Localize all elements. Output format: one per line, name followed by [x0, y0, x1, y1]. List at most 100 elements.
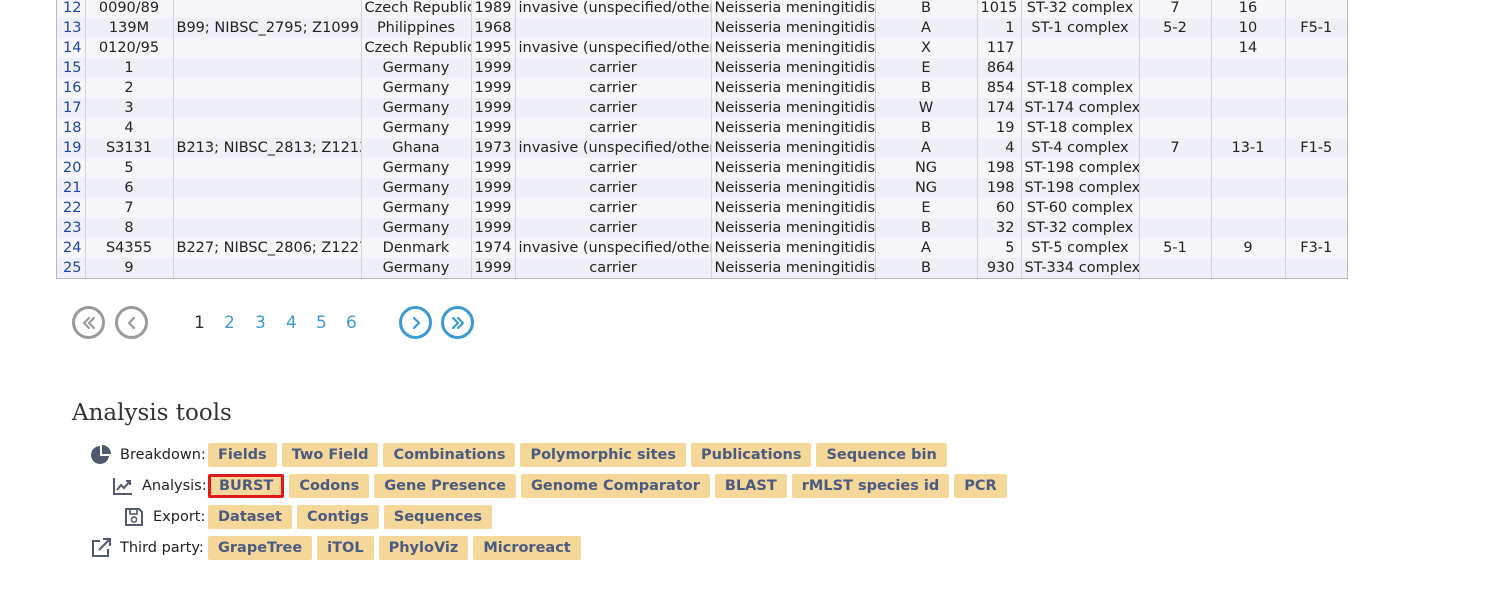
- table-row: 17 3 Germany 1999 carrier Neisseria meningiti…: [57, 98, 1347, 118]
- table-cell-aliases: [173, 38, 362, 58]
- table-cell-porA-vr2: [1211, 78, 1286, 98]
- table-row: 23 8 Germany 1999 carrier Neisseria meningiti…: [57, 218, 1347, 238]
- table-cell-complex: ST-18 complex: [1021, 118, 1140, 138]
- analysis-row: Analysis:: [112, 474, 207, 498]
- double-chevron-right-icon: [451, 316, 464, 329]
- isolate-id-link[interactable]: 17: [63, 100, 81, 116]
- table-cell-id: 20: [57, 158, 86, 178]
- isolate-id-link[interactable]: 15: [63, 60, 81, 76]
- isolate-id-link[interactable]: 12: [63, 0, 81, 16]
- table-cell-serogroup: B: [875, 258, 978, 278]
- polymorphic-sites-button[interactable]: Polymorphic sites: [520, 443, 687, 467]
- table-cell-id: 24: [57, 238, 86, 258]
- table-row: 24 S4355 B227; NIBSC_2806; Z1227 Denmark 197…: [57, 238, 1347, 258]
- fields-button[interactable]: Fields: [208, 443, 277, 467]
- table-cell-species: Neisseria meningitidis: [711, 18, 876, 38]
- export-row: Export:: [123, 505, 205, 529]
- isolate-id-link[interactable]: 18: [63, 120, 81, 136]
- table-cell-year: 1999: [471, 98, 516, 118]
- table-cell-year: 1999: [471, 198, 516, 218]
- table-cell-st: 1015: [977, 0, 1022, 18]
- table-cell-serogroup: E: [875, 58, 978, 78]
- table-row: 15 1 Germany 1999 carrier Neisseria meningiti…: [57, 58, 1347, 78]
- table-cell-st: 117: [977, 38, 1022, 58]
- first-page-button[interactable]: [72, 306, 105, 339]
- sequences-button[interactable]: Sequences: [383, 505, 492, 529]
- line-chart-icon: [113, 478, 132, 495]
- page-link-4[interactable]: 4: [286, 313, 297, 333]
- table-cell-year: 1995: [471, 38, 516, 58]
- isolate-id-link[interactable]: 14: [63, 40, 81, 56]
- table-cell-fetA-vr: [1285, 198, 1347, 218]
- third-party-label: Third party:: [120, 540, 204, 556]
- table-cell-aliases: [173, 78, 362, 98]
- table-cell-aliases: [173, 0, 362, 18]
- table-cell-porA-vr1: 5-1: [1139, 238, 1212, 258]
- codons-button[interactable]: Codons: [289, 474, 370, 498]
- table-cell-porA-vr2: 9: [1211, 238, 1286, 258]
- table-cell-species: Neisseria meningitidis: [711, 138, 876, 158]
- isolate-id-link[interactable]: 24: [63, 240, 81, 256]
- table-cell-country: Denmark: [361, 238, 472, 258]
- table-cell-isolate: 1: [85, 58, 174, 78]
- isolate-id-link[interactable]: 25: [63, 260, 81, 276]
- dataset-button[interactable]: Dataset: [208, 505, 292, 529]
- table-cell-species: Neisseria meningitidis: [711, 0, 876, 18]
- page-link-5[interactable]: 5: [316, 313, 327, 333]
- itol-button[interactable]: iTOL: [317, 536, 374, 560]
- rmlst-species-id-button[interactable]: rMLST species id: [791, 474, 950, 498]
- table-cell-fetA-vr: F1-5: [1285, 138, 1347, 158]
- isolate-id-link[interactable]: 16: [63, 80, 81, 96]
- table-cell-complex: ST-32 complex: [1021, 218, 1140, 238]
- table-cell-complex: [1021, 38, 1140, 58]
- publications-button[interactable]: Publications: [691, 443, 812, 467]
- table-cell-fetA-vr: [1285, 258, 1347, 278]
- genome-comparator-button[interactable]: Genome Comparator: [521, 474, 710, 498]
- phyloviz-button[interactable]: PhyloViz: [378, 536, 469, 560]
- table-cell-id: 23: [57, 218, 86, 238]
- page-link-6[interactable]: 6: [346, 313, 357, 333]
- isolate-id-link[interactable]: 19: [63, 140, 81, 156]
- table-cell-id: 17: [57, 98, 86, 118]
- isolate-id-link[interactable]: 13: [63, 20, 81, 36]
- table-cell-serogroup: X: [875, 38, 978, 58]
- pcr-button[interactable]: PCR: [954, 474, 1007, 498]
- contigs-button[interactable]: Contigs: [296, 505, 379, 529]
- blast-button[interactable]: BLAST: [714, 474, 787, 498]
- table-row: 22 7 Germany 1999 carrier Neisseria meningiti…: [57, 198, 1347, 218]
- isolate-id-link[interactable]: 22: [63, 200, 81, 216]
- table-cell-st: 198: [977, 178, 1022, 198]
- sequence-bin-button[interactable]: Sequence bin: [816, 443, 947, 467]
- tool-buttons-group: Fields Two Field Combinations Polymorphic s…: [208, 443, 952, 467]
- previous-page-button[interactable]: [115, 306, 148, 339]
- page-link-2[interactable]: 2: [224, 313, 235, 333]
- isolate-id-link[interactable]: 20: [63, 160, 81, 176]
- table-cell-aliases: B213; NIBSC_2813; Z1213: [173, 138, 362, 158]
- two-field-button[interactable]: Two Field: [281, 443, 379, 467]
- table-cell-st: 32: [977, 218, 1022, 238]
- table-cell-st: 60: [977, 198, 1022, 218]
- table-cell-porA-vr2: [1211, 58, 1286, 78]
- next-page-button[interactable]: [399, 306, 432, 339]
- last-page-button[interactable]: [441, 306, 474, 339]
- burst-button[interactable]: BURST: [208, 474, 285, 498]
- table-cell-porA-vr2: [1211, 218, 1286, 238]
- combinations-button[interactable]: Combinations: [383, 443, 516, 467]
- table-cell-isolate: 7: [85, 198, 174, 218]
- isolate-id-link[interactable]: 21: [63, 180, 81, 196]
- microreact-button[interactable]: Microreact: [473, 536, 581, 560]
- table-cell-year: 1999: [471, 78, 516, 98]
- external-link-icon: [92, 538, 111, 557]
- table-cell-year: 1974: [471, 238, 516, 258]
- page-link-1: 1: [194, 313, 205, 333]
- table-cell-st: 1: [977, 18, 1022, 38]
- grapetree-button[interactable]: GrapeTree: [208, 536, 313, 560]
- table-cell-complex: ST-1 complex: [1021, 18, 1140, 38]
- gene-presence-button[interactable]: Gene Presence: [374, 474, 517, 498]
- page-link-3[interactable]: 3: [255, 313, 266, 333]
- table-cell-aliases: [173, 98, 362, 118]
- isolate-id-link[interactable]: 23: [63, 220, 81, 236]
- table-cell-isolate: 8: [85, 218, 174, 238]
- table-cell-porA-vr1: [1139, 258, 1212, 278]
- table-cell-porA-vr1: 5-2: [1139, 18, 1212, 38]
